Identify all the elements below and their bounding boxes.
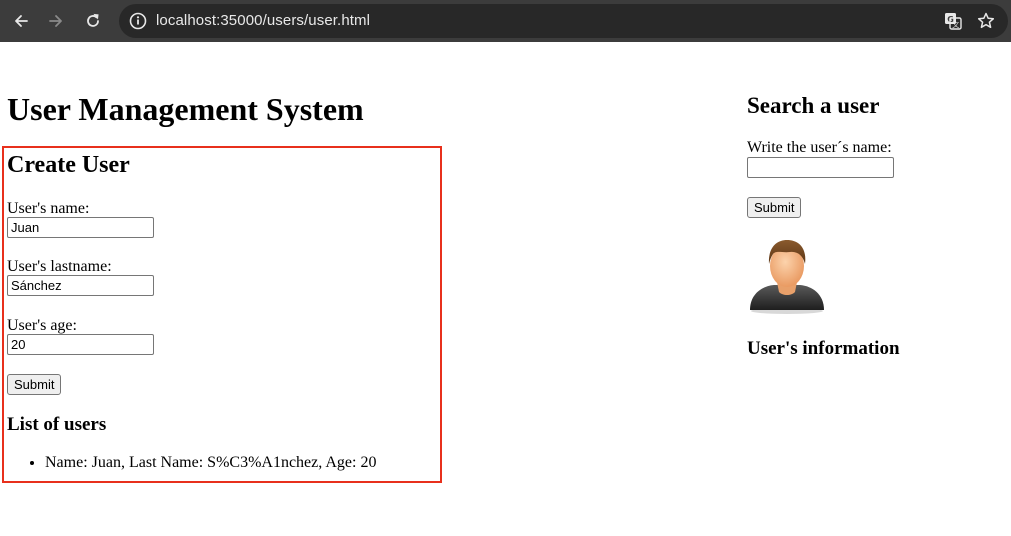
- user-avatar-icon: [750, 240, 824, 314]
- reload-icon: [87, 13, 99, 27]
- bookmark-star-icon: [977, 12, 995, 29]
- search-name-label: Write the user´s name:: [747, 139, 892, 156]
- users-list: Name: Juan, Last Name: S%C3%A1nchez, Age…: [27, 453, 376, 473]
- bookmark-button[interactable]: [976, 11, 996, 31]
- translate-button[interactable]: G 文: [943, 11, 963, 31]
- user-age-label: User's age:: [7, 317, 77, 334]
- page-title: User Management System: [7, 91, 364, 127]
- back-button[interactable]: [9, 9, 33, 33]
- create-user-heading: Create User: [7, 152, 130, 178]
- user-name-input[interactable]: [7, 217, 154, 238]
- user-information-heading: User's information: [747, 338, 900, 359]
- user-name-label: User's name:: [7, 200, 90, 217]
- search-user-submit-button[interactable]: Submit: [747, 197, 802, 218]
- forward-button[interactable]: [44, 9, 68, 33]
- user-lastname-label: User's lastname:: [7, 258, 112, 275]
- user-age-input[interactable]: [7, 334, 154, 355]
- create-user-submit-button[interactable]: Submit: [7, 374, 62, 395]
- back-arrow-icon: [15, 15, 28, 27]
- user-lastname-input[interactable]: [7, 275, 154, 296]
- search-name-input[interactable]: [747, 157, 894, 178]
- search-user-heading: Search a user: [747, 93, 880, 118]
- svg-text:文: 文: [952, 20, 959, 29]
- forward-arrow-icon: [49, 15, 62, 27]
- translate-icon: G 文: [945, 13, 962, 30]
- site-info-button[interactable]: [127, 10, 149, 32]
- site-info-icon: [129, 12, 147, 30]
- url-text[interactable]: localhost:35000/users/user.html: [156, 11, 370, 31]
- list-item: Name: Juan, Last Name: S%C3%A1nchez, Age…: [45, 453, 376, 473]
- reload-button[interactable]: [81, 9, 105, 33]
- users-list-heading: List of users: [7, 414, 107, 435]
- browser-toolbar: localhost:35000/users/user.html G 文: [0, 0, 1011, 42]
- address-bar[interactable]: localhost:35000/users/user.html G 文: [119, 4, 1008, 38]
- user-avatar: [746, 236, 828, 314]
